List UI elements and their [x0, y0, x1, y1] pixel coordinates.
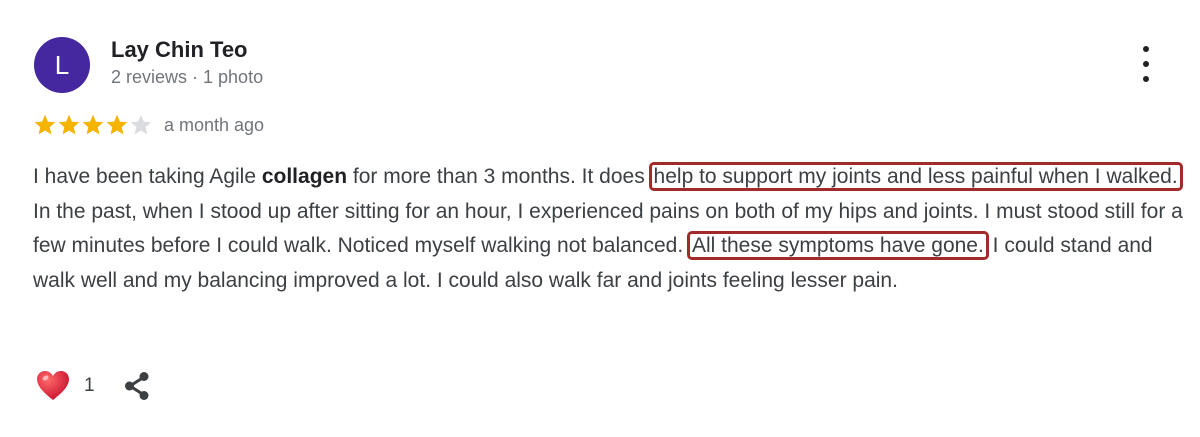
like-button[interactable]: 1 [36, 370, 95, 402]
review-text-segment: for more than 3 months. It does [347, 165, 651, 188]
highlighted-phrase: All these symptoms have gone. [687, 231, 989, 260]
more-vert-icon-dot [1143, 61, 1149, 67]
author-name[interactable]: Lay Chin Teo [111, 37, 248, 63]
star-filled-icon [58, 114, 80, 135]
review-actions: 1 [36, 368, 153, 404]
avatar-initial: L [54, 49, 70, 80]
rating-row: a month ago [33, 110, 264, 140]
star-filled-icon [82, 114, 104, 135]
share-icon [124, 372, 149, 400]
review-keyword: collagen [261, 165, 348, 188]
review-text: I have been taking Agile collagen for mo… [33, 160, 1183, 298]
star-filled-icon [34, 114, 56, 135]
more-vert-icon-dot [1143, 76, 1149, 82]
author-meta: 2 reviews · 1 photo [111, 67, 264, 87]
review-text-segment: I have been taking Agile [33, 165, 262, 188]
heart-icon [37, 371, 69, 400]
star-filled-icon [106, 114, 128, 135]
highlighted-phrase: help to support my joints and less painf… [648, 162, 1183, 191]
review-date: a month ago [164, 114, 265, 135]
star-rating [33, 113, 153, 137]
share-button[interactable] [121, 370, 153, 402]
more-vert-icon [1143, 46, 1149, 52]
more-options-button[interactable] [1134, 46, 1158, 82]
avatar[interactable]: L [34, 37, 90, 93]
star-empty-icon [130, 114, 152, 135]
like-count: 1 [84, 375, 95, 396]
